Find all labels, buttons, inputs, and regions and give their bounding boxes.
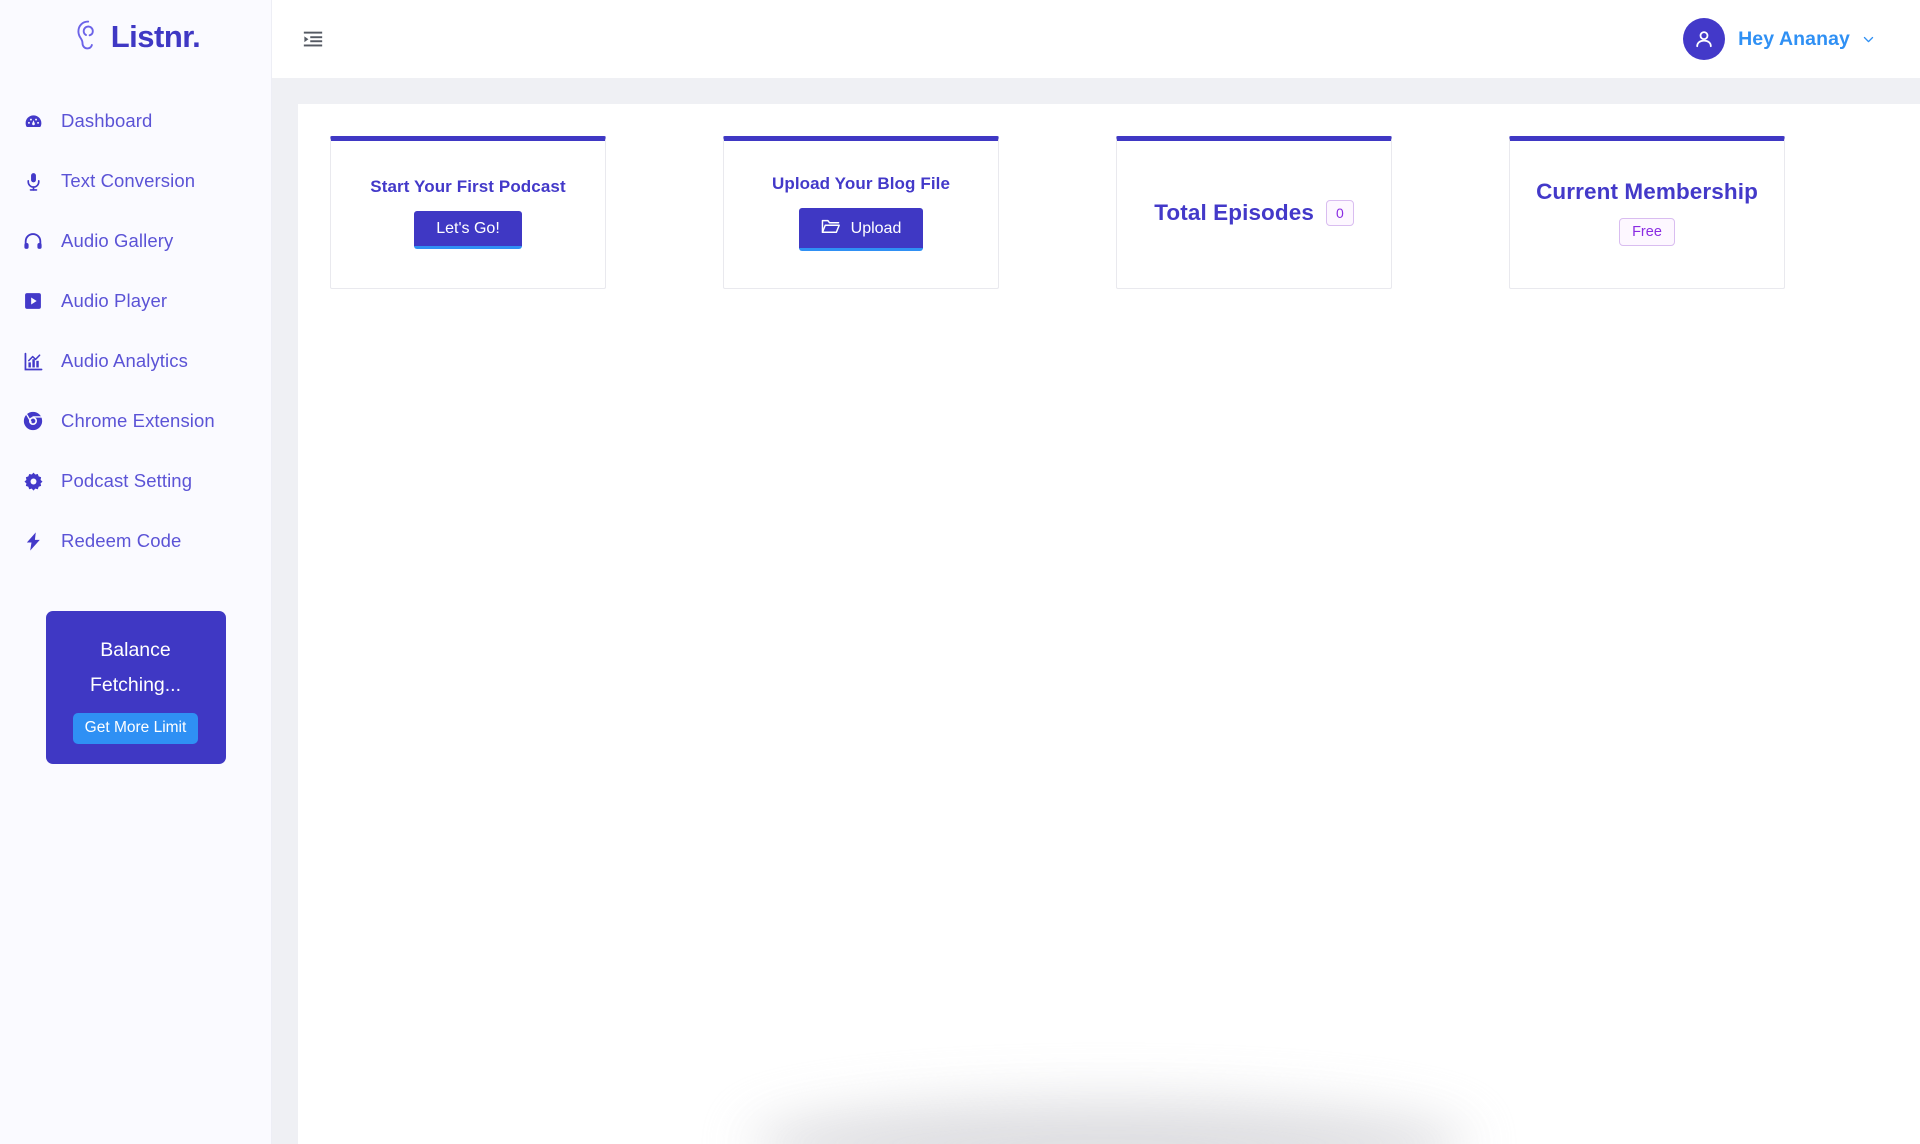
lets-go-button-label: Let's Go! xyxy=(436,221,500,237)
sidebar-item-dashboard[interactable]: Dashboard xyxy=(0,91,271,151)
brand-name: Listnr. xyxy=(111,19,201,55)
balance-title: Balance xyxy=(56,633,216,668)
card-title: Upload Your Blog File xyxy=(772,174,950,194)
total-episodes-row: Total Episodes 0 xyxy=(1154,200,1354,226)
user-menu[interactable]: Hey Ananay xyxy=(1683,18,1876,60)
card-current-membership: Current Membership Free xyxy=(1509,136,1785,289)
sidebar-item-redeem-code[interactable]: Redeem Code xyxy=(0,511,271,571)
sidebar-item-label: Text Conversion xyxy=(61,170,195,192)
chevron-down-icon[interactable] xyxy=(1861,32,1876,47)
balance-value: Fetching... xyxy=(56,668,216,703)
menu-collapse-icon[interactable] xyxy=(296,22,330,56)
sidebar-item-label: Podcast Setting xyxy=(61,470,192,492)
user-greeting: Hey Ananay xyxy=(1738,28,1850,51)
sidebar-item-label: Audio Player xyxy=(61,290,167,312)
card-title: Current Membership xyxy=(1536,179,1758,205)
brand-logo[interactable]: Listnr. xyxy=(0,0,271,74)
card-start-first-podcast: Start Your First Podcast Let's Go! xyxy=(330,136,606,289)
sidebar-item-text-conversion[interactable]: Text Conversion xyxy=(0,151,271,211)
sidebar-item-label: Chrome Extension xyxy=(61,410,215,432)
sidebar: Listnr. Dashboard xyxy=(0,0,272,1144)
play-box-icon xyxy=(22,290,44,312)
sidebar-item-label: Dashboard xyxy=(61,110,152,132)
get-more-limit-button[interactable]: Get More Limit xyxy=(73,713,199,744)
card-total-episodes: Total Episodes 0 xyxy=(1116,136,1392,289)
sidebar-item-chrome-extension[interactable]: Chrome Extension xyxy=(0,391,271,451)
microphone-icon xyxy=(22,170,44,192)
sidebar-item-audio-gallery[interactable]: Audio Gallery xyxy=(0,211,271,271)
bar-chart-icon xyxy=(22,350,44,372)
folder-open-icon xyxy=(821,218,840,239)
dashboard-gauge-icon xyxy=(22,110,44,132)
membership-plan-badge: Free xyxy=(1619,218,1675,247)
card-title: Total Episodes xyxy=(1154,200,1314,226)
sidebar-item-label: Redeem Code xyxy=(61,530,181,552)
dashboard-panel: Start Your First Podcast Let's Go! Uploa… xyxy=(298,104,1920,1144)
sidebar-item-audio-player[interactable]: Audio Player xyxy=(0,271,271,331)
sidebar-item-label: Audio Gallery xyxy=(61,230,173,252)
panel-bottom-shadow xyxy=(749,1100,1469,1144)
balance-card: Balance Fetching... Get More Limit xyxy=(46,611,226,764)
lightning-bolt-icon xyxy=(22,530,44,552)
topbar: Hey Ananay xyxy=(272,0,1920,78)
sidebar-item-label: Audio Analytics xyxy=(61,350,188,372)
lets-go-button[interactable]: Let's Go! xyxy=(414,211,522,249)
upload-button-label: Upload xyxy=(851,221,902,237)
total-episodes-badge: 0 xyxy=(1326,200,1354,226)
sidebar-item-audio-analytics[interactable]: Audio Analytics xyxy=(0,331,271,391)
content-area: Start Your First Podcast Let's Go! Uploa… xyxy=(272,78,1920,1144)
stat-cards-row: Start Your First Podcast Let's Go! Uploa… xyxy=(298,136,1920,289)
main-region: Hey Ananay Start Your First Podcast Let'… xyxy=(272,0,1920,1144)
chrome-icon xyxy=(22,410,44,432)
sidebar-item-podcast-setting[interactable]: Podcast Setting xyxy=(0,451,271,511)
sidebar-nav: Dashboard Text Conversion xyxy=(0,91,271,571)
ear-icon xyxy=(75,20,102,55)
user-avatar-icon xyxy=(1683,18,1725,60)
gear-icon xyxy=(22,470,44,492)
headphones-icon xyxy=(22,230,44,252)
app-root: Listnr. Dashboard xyxy=(0,0,1920,1144)
card-upload-blog-file: Upload Your Blog File Upload xyxy=(723,136,999,289)
card-title: Start Your First Podcast xyxy=(370,177,565,197)
upload-button[interactable]: Upload xyxy=(799,208,924,251)
